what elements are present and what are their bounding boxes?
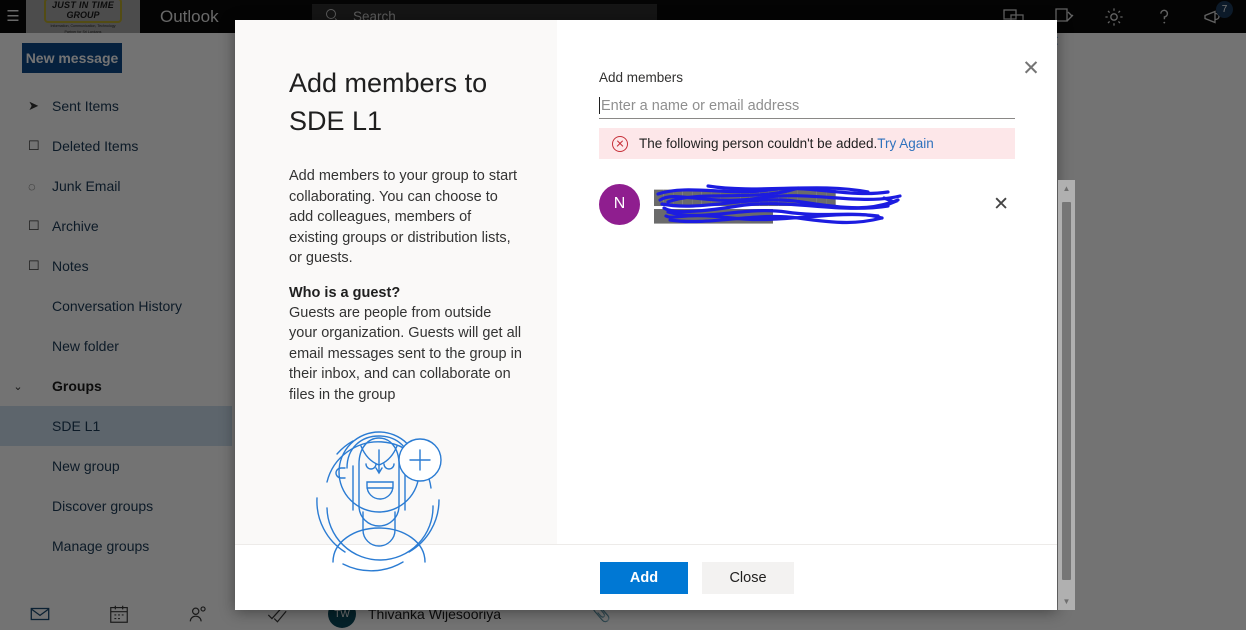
error-text: The following person couldn't be added. <box>639 136 878 151</box>
remove-person-icon[interactable]: ✕ <box>993 193 1015 216</box>
add-members-input[interactable]: Enter a name or email address <box>599 93 1015 119</box>
add-person-illustration <box>307 420 453 585</box>
text-caret <box>599 97 600 114</box>
add-members-placeholder: Enter a name or email address <box>601 97 800 114</box>
list-item: N ███████████████████ ██████████████ ✕ <box>599 176 1015 232</box>
page-title: Add members to SDE L1 <box>289 68 488 136</box>
guest-body-text: Guests are people from outside your orga… <box>289 304 522 403</box>
scroll-up-arrow-icon[interactable]: ▲ <box>1058 180 1075 197</box>
try-again-link[interactable]: Try Again <box>877 136 934 151</box>
error-circle-icon <box>612 135 628 152</box>
scroll-down-arrow-icon[interactable]: ▼ <box>1058 593 1075 610</box>
scrollbar-thumb[interactable] <box>1062 202 1071 580</box>
person-secondary-text: ██████████████ <box>654 208 774 223</box>
dialog-intro-text: Add members to your group to start colla… <box>289 168 518 266</box>
avatar: N <box>599 183 640 225</box>
add-members-dialog: ✕ ▲ ▼ Add members to SDE L1 Add members … <box>235 20 1075 610</box>
scrollbar[interactable]: ▲ ▼ <box>1058 180 1075 610</box>
person-details: ███████████████████ ██████████████ <box>654 183 993 225</box>
dialog-form-panel: Add members Enter a name or email addres… <box>557 20 1057 544</box>
dialog-info-panel: Add members to SDE L1 Add members to you… <box>235 20 557 572</box>
person-primary-text: ███████████████████ <box>654 189 836 205</box>
screen: ☰ JUST IN TIME GROUP Information, Commun… <box>0 0 1246 630</box>
close-button[interactable]: Close <box>702 561 794 594</box>
dialog-body: Add members to SDE L1 Add members to you… <box>235 20 1057 572</box>
add-button[interactable]: Add <box>600 561 688 594</box>
guest-heading: Who is a guest? <box>289 284 401 301</box>
add-members-label: Add members <box>599 70 684 85</box>
error-message-bar: The following person couldn't be added. … <box>599 128 1015 159</box>
